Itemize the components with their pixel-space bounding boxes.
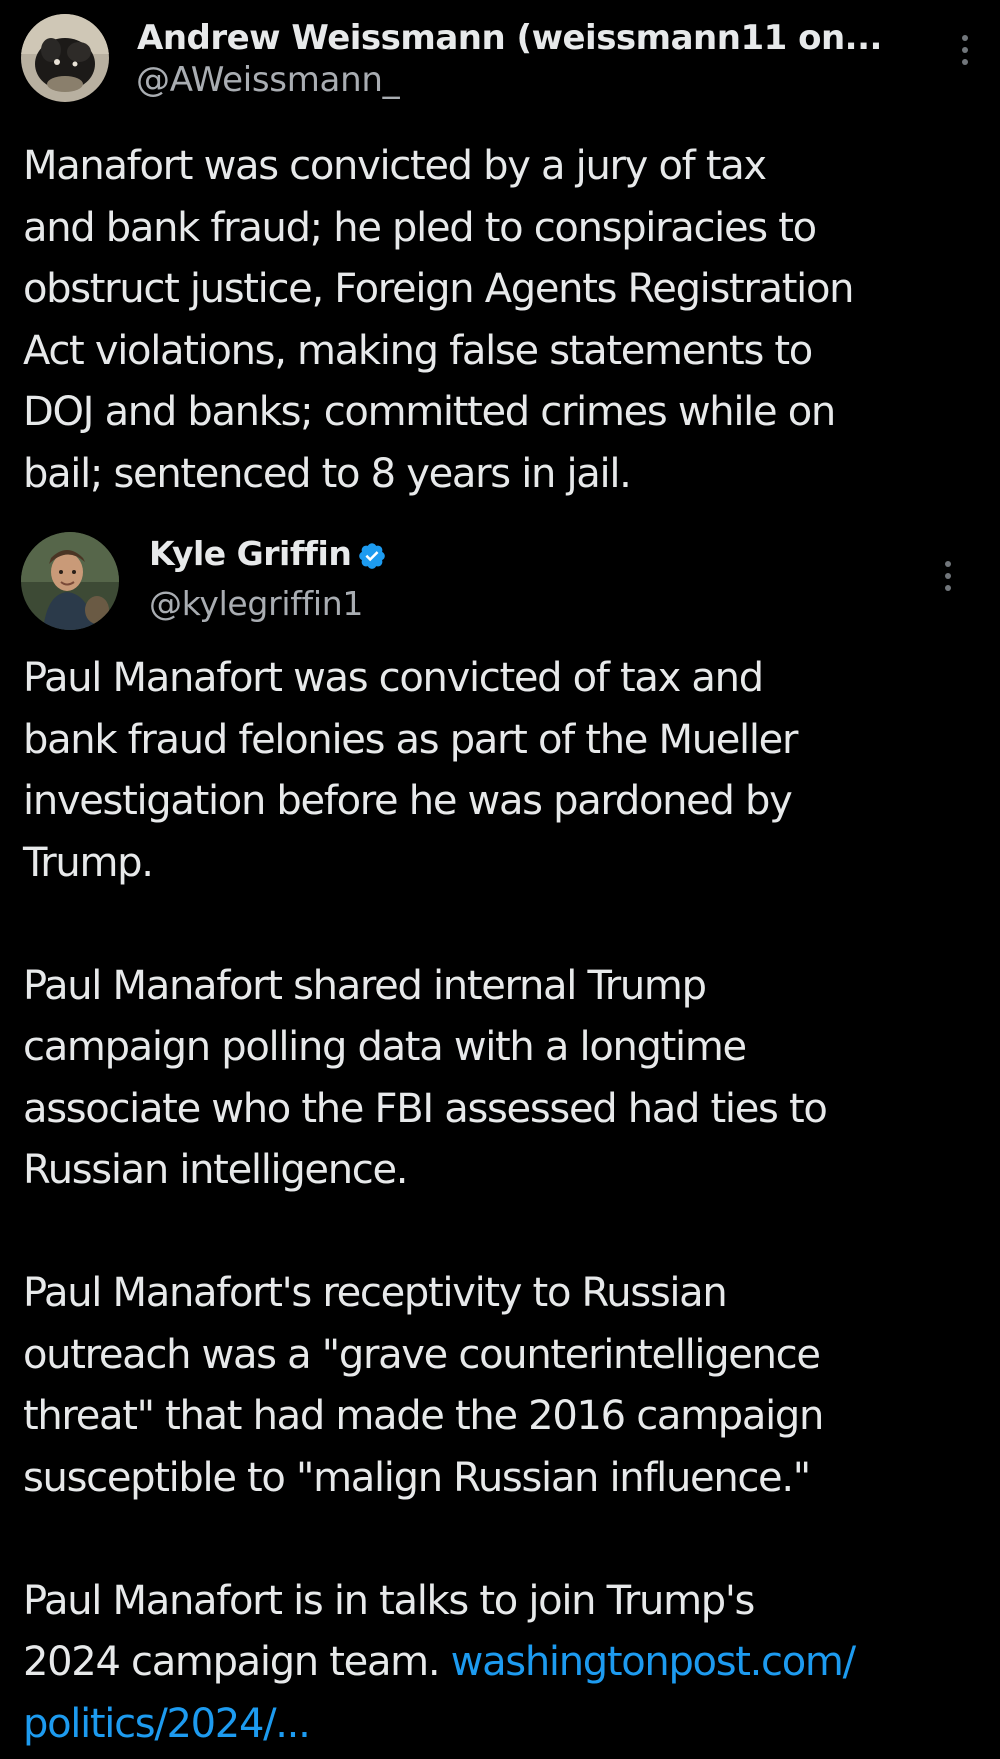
author-avatar[interactable] (21, 14, 109, 102)
more-vertical-icon[interactable] (955, 31, 975, 71)
tweet-text: Manafort was convicted by a jury of tax … (23, 136, 993, 505)
tweet-text-line: Trump. (23, 839, 154, 886)
main-tweet[interactable]: Kyle Griffin @kylegriffin1 Paul Manafort… (0, 520, 1000, 1759)
tweet-text-line: obstruct justice, Foreign Agents Registr… (23, 266, 854, 312)
tweet-text-line: Russian intelligence. (23, 1147, 408, 1193)
author-avatar[interactable] (21, 532, 119, 630)
tweet-text-line: outreach was a "grave counterintelligenc… (23, 1331, 821, 1378)
tweet-text-line: politics/2024/... (23, 1694, 993, 1756)
tweet-text-line-with-link: 2024 campaign team. washingtonpost.com/ (23, 1632, 993, 1694)
tweet-text-line: bank fraud felonies as part of the Muell… (23, 716, 798, 763)
quoted-tweet[interactable]: Andrew Weissmann (weissmann11 on... @AWe… (0, 0, 1000, 497)
tweet-text-line: susceptible to "malign Russian influence… (23, 1454, 811, 1501)
more-vertical-icon[interactable] (938, 557, 958, 597)
tweet-text-line: associate who the FBI assessed had ties … (23, 1085, 828, 1132)
tweet-text-fragment: 2024 campaign team. (23, 1639, 451, 1685)
article-link[interactable]: washingtonpost.com/ (451, 1639, 856, 1685)
tweet-text-line: Paul Manafort shared internal Trump (23, 962, 707, 1009)
tweet-text-line: campaign polling data with a longtime (23, 1024, 747, 1070)
author-handle[interactable]: @AWeissmann_ (136, 60, 400, 100)
tweet-text-line: investigation before he was pardoned by (23, 778, 793, 824)
tweet-text-line: Paul Manafort's receptivity to Russian (23, 1270, 728, 1316)
author-display-name[interactable]: Kyle Griffin (149, 534, 387, 573)
tweet-text-line: Paul Manafort is in talks to join Trump'… (23, 1577, 755, 1624)
author-display-name[interactable]: Andrew Weissmann (weissmann11 on... (137, 18, 882, 58)
tweet-text-line: Paul Manafort was convicted of tax and (23, 655, 764, 701)
tweet-text-line: threat" that had made the 2016 campaign (23, 1393, 824, 1439)
author-display-name-text[interactable]: Kyle Griffin (149, 534, 352, 573)
tweet-text-line: DOJ and banks; committed crimes while on (23, 389, 836, 435)
verified-badge-icon (359, 542, 386, 569)
tweet-text-line: Manafort was convicted by a jury of tax (23, 143, 767, 189)
tweet-text-line: bail; sentenced to 8 years in jail. (23, 450, 632, 497)
tweet-text: Paul Manafort was convicted of tax and b… (23, 648, 993, 1755)
article-link-continued[interactable]: politics/2024/... (23, 1701, 311, 1747)
tweet-text-line: and bank fraud; he pled to conspiracies … (23, 204, 817, 251)
tweet-text-line: Act violations, making false statements … (23, 327, 813, 374)
author-handle[interactable]: @kylegriffin1 (149, 584, 363, 623)
